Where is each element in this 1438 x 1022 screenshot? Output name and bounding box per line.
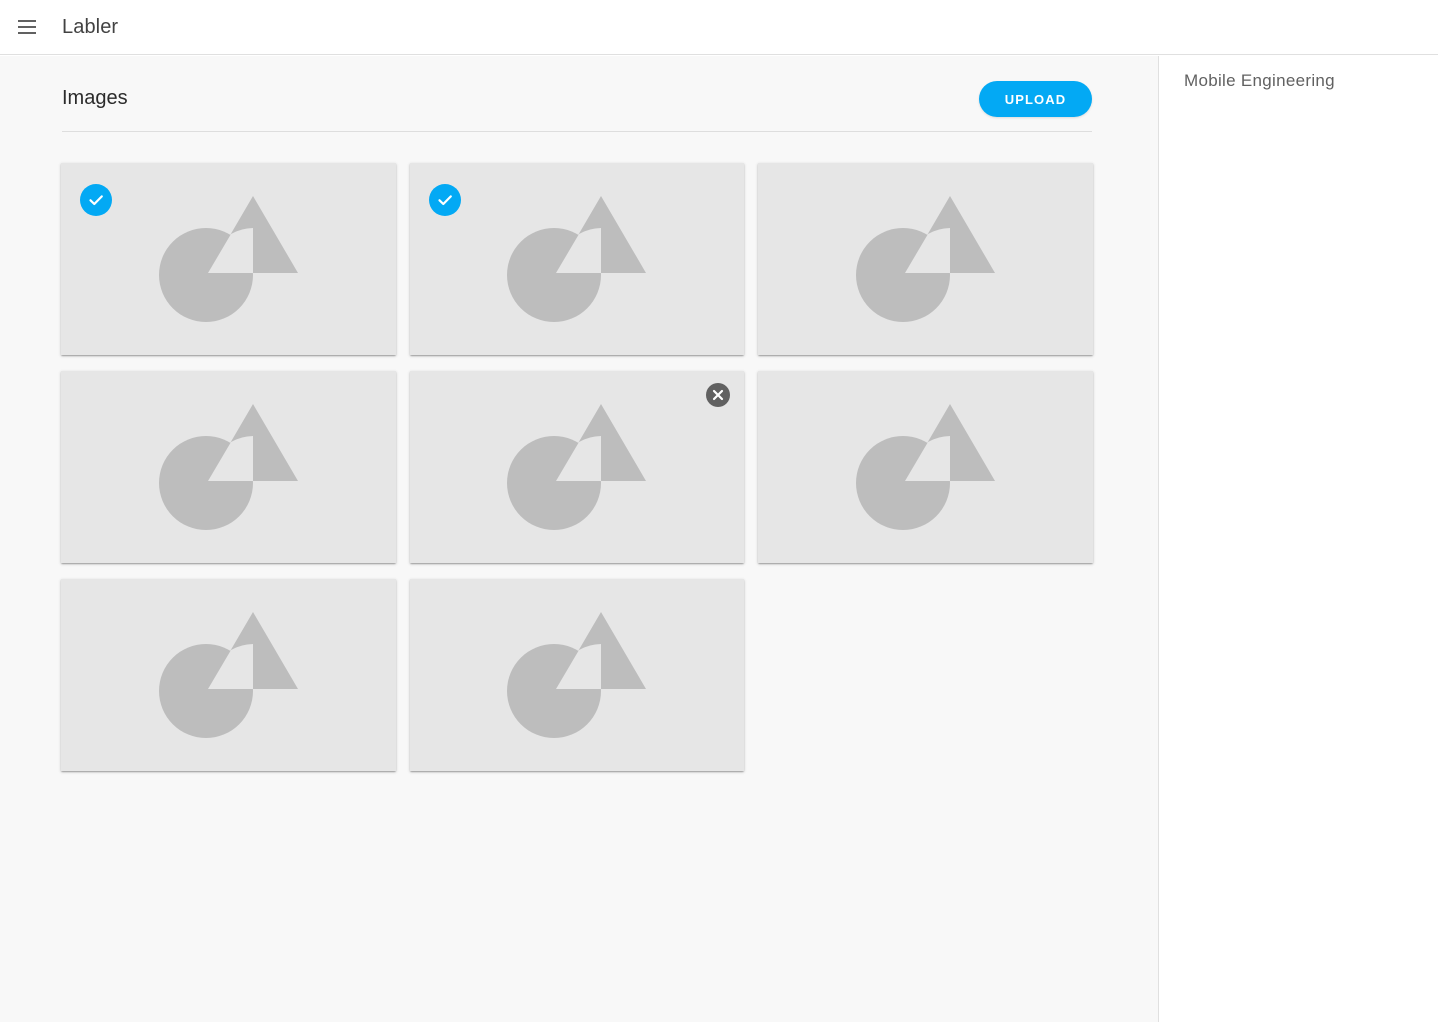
image-placeholder-icon (507, 404, 647, 530)
image-card[interactable] (410, 371, 744, 563)
upload-button[interactable]: UPLOAD (979, 81, 1092, 117)
side-panel-title: Mobile Engineering (1184, 71, 1335, 90)
hamburger-menu-icon (18, 20, 36, 34)
image-placeholder-icon (855, 404, 996, 530)
image-placeholder-icon (158, 612, 299, 738)
image-card[interactable] (758, 163, 1093, 355)
page-title: Images (62, 87, 128, 109)
image-card[interactable] (61, 579, 396, 771)
remove-circle-icon[interactable] (705, 382, 731, 408)
image-placeholder-icon (158, 404, 299, 530)
image-placeholder-icon (855, 196, 996, 322)
image-card[interactable] (61, 371, 396, 563)
app-root: Labler Images UPLOAD Mobile Engineering (0, 0, 1438, 1022)
image-placeholder-icon (507, 612, 647, 738)
top-app-bar: Labler (0, 0, 1438, 55)
image-placeholder-icon (507, 196, 647, 322)
image-card[interactable] (61, 163, 396, 355)
main-content: Images UPLOAD (0, 56, 1158, 1022)
image-card[interactable] (410, 579, 744, 771)
image-card[interactable] (410, 163, 744, 355)
image-placeholder-icon (158, 196, 299, 322)
menu-button[interactable] (0, 0, 56, 55)
side-panel: Mobile Engineering (1158, 56, 1438, 1022)
section-header: Images UPLOAD (62, 56, 1092, 132)
app-title: Labler (62, 15, 119, 38)
image-card[interactable] (758, 371, 1093, 563)
image-grid (61, 163, 1095, 771)
selected-check-icon[interactable] (429, 184, 461, 216)
selected-check-icon[interactable] (80, 184, 112, 216)
